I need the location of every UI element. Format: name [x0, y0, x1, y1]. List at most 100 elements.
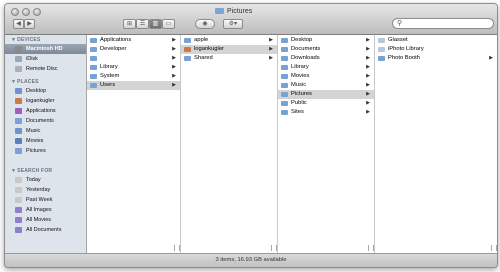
quick-look-button[interactable]: ◉: [195, 19, 215, 29]
sidebar-item-remote-disc[interactable]: Remote Disc: [5, 64, 86, 74]
sidebar-item-label: Desktop: [26, 88, 47, 94]
sidebar-item-pictures[interactable]: Pictures: [5, 146, 86, 156]
cover-flow-icon: ▭: [165, 21, 172, 27]
sidebar-item-movies[interactable]: Movies: [5, 136, 86, 146]
minimize-button[interactable]: [22, 8, 30, 16]
home-icon: [15, 98, 22, 104]
sidebar-item-today[interactable]: Today: [5, 175, 86, 185]
disclosure-arrow-icon: ▶: [366, 64, 370, 70]
smart-folder-icon: [15, 207, 22, 213]
file-icon: [378, 38, 385, 43]
folder-icon: [281, 47, 288, 52]
clock-icon: [15, 197, 22, 203]
folder-icon: [281, 110, 288, 115]
disclosure-arrow-icon: ▶: [172, 55, 176, 61]
list-item[interactable]: Music ▶: [278, 81, 374, 90]
sidebar: ▼DEVICES ▼PLACES ▼SEARCH FOR Macintosh H…: [5, 35, 87, 253]
zoom-button[interactable]: [33, 8, 41, 16]
disclosure-arrow-icon: ▶: [172, 37, 176, 43]
idisk-icon: [15, 56, 22, 62]
list-item[interactable]: iPhoto Library: [375, 45, 497, 54]
sidebar-item-all-images[interactable]: All Images: [5, 205, 86, 215]
list-item[interactable]: Sites ▶: [278, 108, 374, 117]
disclosure-arrow-icon: ▶: [269, 37, 273, 43]
column-view-button[interactable]: ▥: [149, 19, 162, 29]
forward-button[interactable]: ▶: [24, 19, 35, 29]
list-item-label: apple: [194, 37, 209, 43]
column-users[interactable]: apple ▶ logankugler ▶ Shared ▶: [181, 35, 278, 253]
folder-icon: [184, 38, 191, 43]
column-pictures[interactable]: Glasset iPhoto Library Photo Booth ▶: [375, 35, 497, 253]
list-item[interactable]: logankugler ▶: [181, 45, 277, 54]
list-item[interactable]: Developer ▶: [87, 45, 180, 54]
column-resize-handle[interactable]: [491, 245, 497, 251]
action-menu-button[interactable]: ⚙▾: [223, 19, 243, 29]
disclosure-triangle-icon: ▼: [11, 168, 17, 174]
sidebar-item-macintosh-hd[interactable]: Macintosh HD: [5, 44, 86, 54]
list-item[interactable]: Photo Booth ▶: [375, 54, 497, 63]
cover-flow-button[interactable]: ▭: [162, 19, 175, 29]
sidebar-item-label: All Images: [26, 207, 52, 213]
disclosure-arrow-icon: ▶: [172, 46, 176, 52]
list-item[interactable]: ▶: [87, 54, 180, 63]
folder-icon: [281, 83, 288, 88]
sidebar-item-desktop[interactable]: Desktop: [5, 86, 86, 96]
folder-icon: [90, 65, 97, 70]
window-title: Pictures: [215, 7, 252, 17]
list-item[interactable]: System ▶: [87, 72, 180, 81]
list-view-button[interactable]: ☰: [136, 19, 149, 29]
list-item[interactable]: Desktop ▶: [278, 36, 374, 45]
list-item-label: Music: [291, 82, 307, 88]
list-item-label: Library: [100, 64, 118, 70]
list-item[interactable]: Shared ▶: [181, 54, 277, 63]
sidebar-item-all-documents[interactable]: All Documents: [5, 225, 86, 235]
places-header[interactable]: ▼PLACES: [11, 79, 39, 85]
applications-icon: [15, 108, 22, 114]
column-resize-handle[interactable]: [368, 245, 374, 251]
sidebar-item-idisk[interactable]: iDisk: [5, 54, 86, 64]
icon-view-button[interactable]: ⊞: [123, 19, 136, 29]
search-icon: ⚲: [397, 20, 403, 27]
eye-icon: ◉: [202, 21, 208, 27]
list-item[interactable]: apple ▶: [181, 36, 277, 45]
column-resize-handle[interactable]: [271, 245, 277, 251]
remote-disc-icon: [15, 66, 22, 72]
disclosure-arrow-icon: ▶: [366, 91, 370, 97]
sidebar-item-all-movies[interactable]: All Movies: [5, 215, 86, 225]
list-item[interactable]: Glasset: [375, 36, 497, 45]
search-field[interactable]: ⚲: [392, 18, 494, 29]
close-button[interactable]: [11, 8, 19, 16]
hard-drive-icon: [15, 46, 22, 52]
column-resize-handle[interactable]: [174, 245, 180, 251]
list-item[interactable]: Library ▶: [278, 63, 374, 72]
list-item[interactable]: Movies ▶: [278, 72, 374, 81]
list-item[interactable]: Users ▶: [87, 81, 180, 90]
devices-header[interactable]: ▼DEVICES: [11, 37, 41, 43]
list-item[interactable]: Applications ▶: [87, 36, 180, 45]
search-input[interactable]: [405, 19, 489, 28]
list-item[interactable]: Public ▶: [278, 99, 374, 108]
sidebar-item-documents[interactable]: Documents: [5, 116, 86, 126]
sidebar-item-logankugler[interactable]: logankugler: [5, 96, 86, 106]
search-for-header[interactable]: ▼SEARCH FOR: [11, 168, 52, 174]
back-button[interactable]: ◀: [13, 19, 24, 29]
title-bar[interactable]: Pictures ◀ ▶ ⊞ ☰ ▥ ▭ ◉ ⚙▾ ⚲: [5, 4, 497, 35]
column-root[interactable]: Applications ▶ Developer ▶ ▶ Library ▶ System ▶ U…: [87, 35, 181, 253]
disclosure-arrow-icon: ▶: [366, 109, 370, 115]
sidebar-item-label: Applications: [26, 108, 56, 114]
sidebar-item-label: iDisk: [26, 56, 38, 62]
list-item[interactable]: Downloads ▶: [278, 54, 374, 63]
list-item-label: Public: [291, 100, 307, 106]
folder-icon: [90, 56, 97, 61]
folder-icon: [281, 65, 288, 70]
sidebar-item-past-week[interactable]: Past Week: [5, 195, 86, 205]
list-item[interactable]: Documents ▶: [278, 45, 374, 54]
list-item[interactable]: Library ▶: [87, 63, 180, 72]
file-icon: [378, 47, 385, 52]
sidebar-item-applications[interactable]: Applications: [5, 106, 86, 116]
sidebar-item-music[interactable]: Music: [5, 126, 86, 136]
list-item[interactable]: Pictures ▶: [278, 90, 374, 99]
disclosure-arrow-icon: ▶: [172, 64, 176, 70]
sidebar-item-yesterday[interactable]: Yesterday: [5, 185, 86, 195]
column-home[interactable]: Desktop ▶ Documents ▶ Downloads ▶ Library ▶ Movi…: [278, 35, 375, 253]
